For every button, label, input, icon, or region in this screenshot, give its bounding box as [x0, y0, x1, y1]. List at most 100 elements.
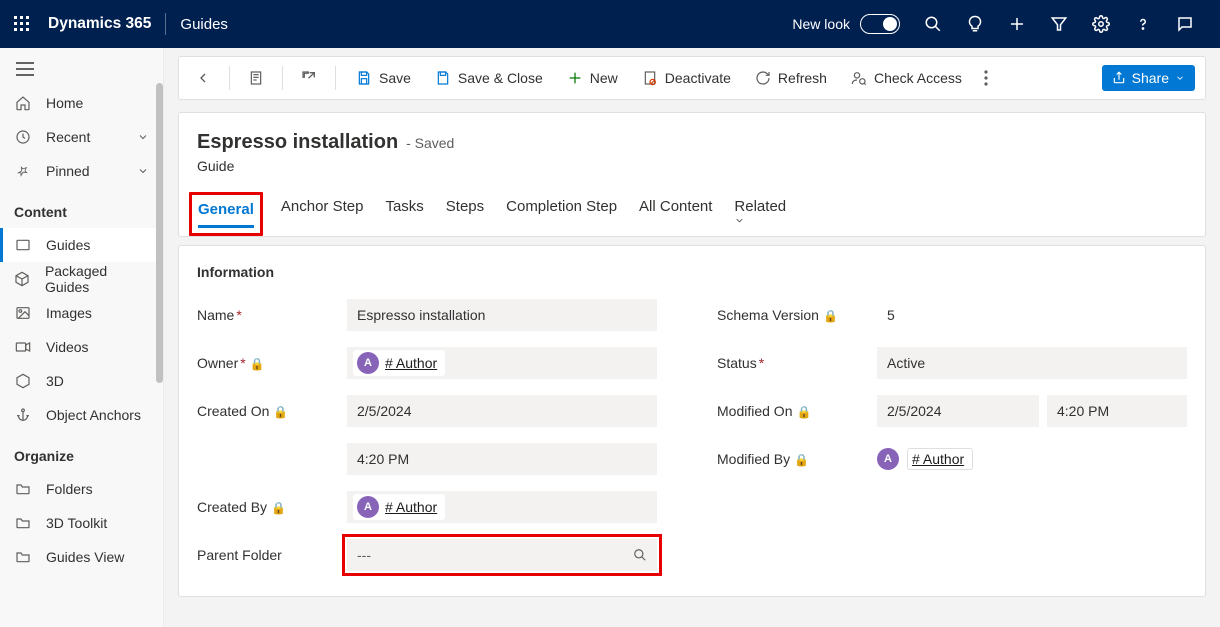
search-icon[interactable]: [912, 0, 954, 48]
label-created-on: Created On🔒: [197, 403, 347, 419]
sidebar-item-pinned[interactable]: Pinned: [0, 154, 163, 188]
label-name: Name*: [197, 307, 347, 323]
sidebar-label: 3D Toolkit: [46, 515, 107, 531]
form-selector-icon[interactable]: [242, 66, 270, 90]
label-created-by: Created By🔒: [197, 499, 347, 515]
check-access-button[interactable]: Check Access: [843, 66, 970, 90]
tab-anchor-step[interactable]: Anchor Step: [281, 192, 364, 236]
sidebar-label: Images: [46, 305, 92, 321]
scrollbar-thumb[interactable]: [156, 83, 163, 383]
new-look-toggle[interactable]: [860, 14, 900, 34]
field-name[interactable]: Espresso installation: [347, 299, 657, 331]
sidebar-item-home[interactable]: Home: [0, 86, 163, 120]
sidebar-label: Videos: [46, 339, 89, 355]
sidebar-item-videos[interactable]: Videos: [0, 330, 163, 364]
help-icon[interactable]: [1122, 0, 1164, 48]
cube-icon: [14, 373, 32, 389]
sidebar-label: Recent: [46, 129, 90, 145]
sidebar-label: Guides: [46, 237, 90, 253]
package-icon: [14, 271, 31, 287]
sidebar-item-3d-toolkit[interactable]: 3D Toolkit: [0, 506, 163, 540]
avatar: A: [357, 496, 379, 518]
deactivate-button[interactable]: Deactivate: [634, 66, 739, 90]
section-header: Information: [197, 264, 1187, 280]
chevron-down-icon: [137, 165, 149, 177]
sidebar-label: Pinned: [46, 163, 90, 179]
label-modified-on: Modified On🔒: [717, 403, 877, 419]
new-look-label: New look: [792, 16, 850, 32]
label-schema-version: Schema Version🔒: [717, 307, 877, 323]
tab-all-content[interactable]: All Content: [639, 192, 712, 236]
divider: [165, 13, 166, 35]
chat-icon[interactable]: [1164, 0, 1206, 48]
add-icon[interactable]: [996, 0, 1038, 48]
label-status: Status*: [717, 355, 877, 371]
lock-icon: 🔒: [273, 405, 288, 419]
tab-steps[interactable]: Steps: [446, 192, 484, 236]
sidebar-item-guides-view[interactable]: Guides View: [0, 540, 163, 574]
lock-icon: 🔒: [823, 309, 838, 323]
new-button[interactable]: New: [559, 66, 626, 90]
refresh-button[interactable]: Refresh: [747, 66, 835, 90]
created-by-chip[interactable]: A # Author: [353, 494, 445, 520]
field-created-on-date: 2/5/2024: [347, 395, 657, 427]
field-status[interactable]: Active: [877, 347, 1187, 379]
sidebar-item-3d[interactable]: 3D: [0, 364, 163, 398]
record-entity-type: Guide: [197, 158, 1187, 174]
sidebar-toggle-icon[interactable]: [0, 48, 163, 86]
image-icon: [14, 305, 32, 321]
tab-completion-step[interactable]: Completion Step: [506, 192, 617, 236]
share-button[interactable]: Share: [1102, 65, 1195, 91]
sidebar-item-object-anchors[interactable]: Object Anchors: [0, 398, 163, 432]
home-icon: [14, 95, 32, 111]
sidebar-item-recent[interactable]: Recent: [0, 120, 163, 154]
form-card: Information Name* Espresso installation …: [178, 245, 1206, 597]
pin-icon: [14, 163, 32, 179]
filter-icon[interactable]: [1038, 0, 1080, 48]
guides-icon: [14, 237, 32, 253]
sidebar: Home Recent Pinned Content Guides Packag…: [0, 48, 164, 627]
back-button[interactable]: [189, 66, 217, 90]
save-close-button[interactable]: Save & Close: [427, 66, 551, 90]
assistant-icon[interactable]: [954, 0, 996, 48]
tab-general[interactable]: General: [198, 195, 254, 228]
label-parent-folder: Parent Folder: [197, 547, 347, 563]
overflow-button[interactable]: [978, 66, 994, 90]
chevron-down-icon: [137, 131, 149, 143]
owner-chip[interactable]: A # Author: [353, 350, 445, 376]
tab-related[interactable]: Related: [734, 192, 790, 236]
settings-icon[interactable]: [1080, 0, 1122, 48]
label-modified-by: Modified By🔒: [717, 451, 877, 467]
video-icon: [14, 339, 32, 355]
record-title: Espresso installation: [197, 131, 398, 153]
chevron-down-icon: [734, 215, 790, 226]
app-launcher-icon[interactable]: [14, 16, 30, 32]
folder-icon: [14, 481, 32, 497]
avatar: A: [877, 448, 899, 470]
sidebar-item-guides[interactable]: Guides: [0, 228, 163, 262]
search-icon[interactable]: [633, 548, 647, 562]
field-modified-by[interactable]: A # Author: [877, 448, 1187, 470]
sidebar-label: Guides View: [46, 549, 124, 565]
field-created-by[interactable]: A # Author: [347, 491, 657, 523]
anchor-icon: [14, 407, 32, 423]
field-schema-version: 5: [877, 307, 1187, 323]
sidebar-label: Packaged Guides: [45, 263, 149, 295]
field-modified-on-date: 2/5/2024: [877, 395, 1039, 427]
save-button[interactable]: Save: [348, 66, 419, 90]
tab-tasks[interactable]: Tasks: [385, 192, 423, 236]
field-parent-folder[interactable]: ---: [347, 539, 657, 571]
lock-icon: 🔒: [796, 405, 811, 419]
sidebar-item-images[interactable]: Images: [0, 296, 163, 330]
new-look-toggle-group: New look: [792, 14, 900, 34]
field-owner[interactable]: A # Author: [347, 347, 657, 379]
sidebar-group-content: Content: [0, 188, 163, 228]
sidebar-item-packaged-guides[interactable]: Packaged Guides: [0, 262, 163, 296]
popout-icon[interactable]: [295, 66, 323, 90]
folder-icon: [14, 549, 32, 565]
top-bar: Dynamics 365 Guides New look: [0, 0, 1220, 48]
modified-by-chip[interactable]: # Author: [907, 448, 973, 470]
label-owner: Owner*🔒: [197, 355, 347, 371]
sidebar-item-folders[interactable]: Folders: [0, 472, 163, 506]
app-title: Guides: [180, 16, 228, 33]
